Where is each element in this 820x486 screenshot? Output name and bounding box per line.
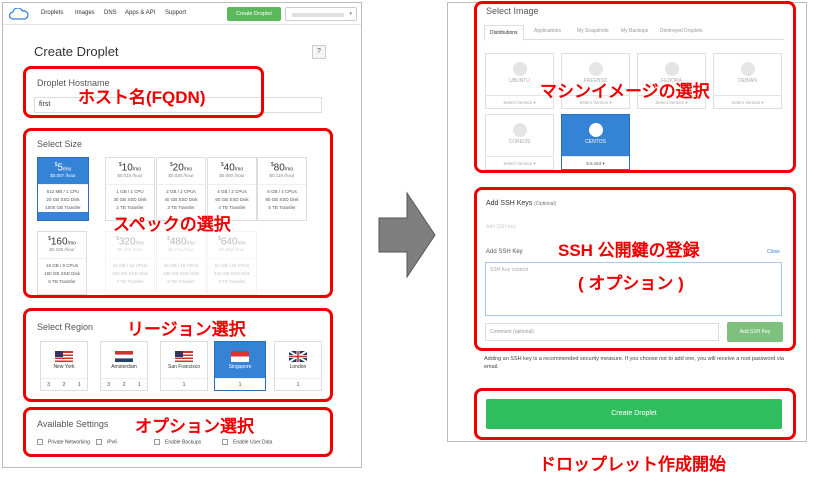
create-annotation: ドロップレット作成開始 [539,455,726,474]
top-nav: Droplets Images DNS Apps & API Support C… [3,3,361,25]
account-dropdown[interactable]: ▾ [285,7,357,21]
help-button[interactable]: ? [312,45,326,59]
chevron-down-icon: ▾ [349,11,352,17]
cloud-logo-icon [9,8,29,20]
account-name-redacted [292,13,344,17]
nav-droplets[interactable]: Droplets [41,10,63,16]
nav-dns[interactable]: DNS [104,10,117,16]
create-highlight [474,388,796,440]
nav-apps-api[interactable]: Apps & API [125,10,155,16]
right-arrow-icon [378,191,436,279]
settings-annotation: オプション選択 [135,417,254,436]
region-annotation: リージョン選択 [127,320,246,339]
ssh-optional-annotation: ( オプション ) [578,274,684,293]
page-title: Create Droplet [34,44,119,59]
image-annotation: マシンイメージの選択 [540,82,710,101]
nav-create-droplet-button[interactable]: Create Droplet [227,7,281,21]
size-annotation: スペックの選択 [113,215,231,234]
nav-support[interactable]: Support [165,10,186,16]
ssh-annotation: SSH 公開鍵の登録 [558,241,700,260]
nav-images[interactable]: Images [75,10,95,16]
ssh-note: Adding an SSH key is a recommended secur… [484,356,784,370]
hostname-annotation: ホスト名(FQDN) [78,88,206,107]
